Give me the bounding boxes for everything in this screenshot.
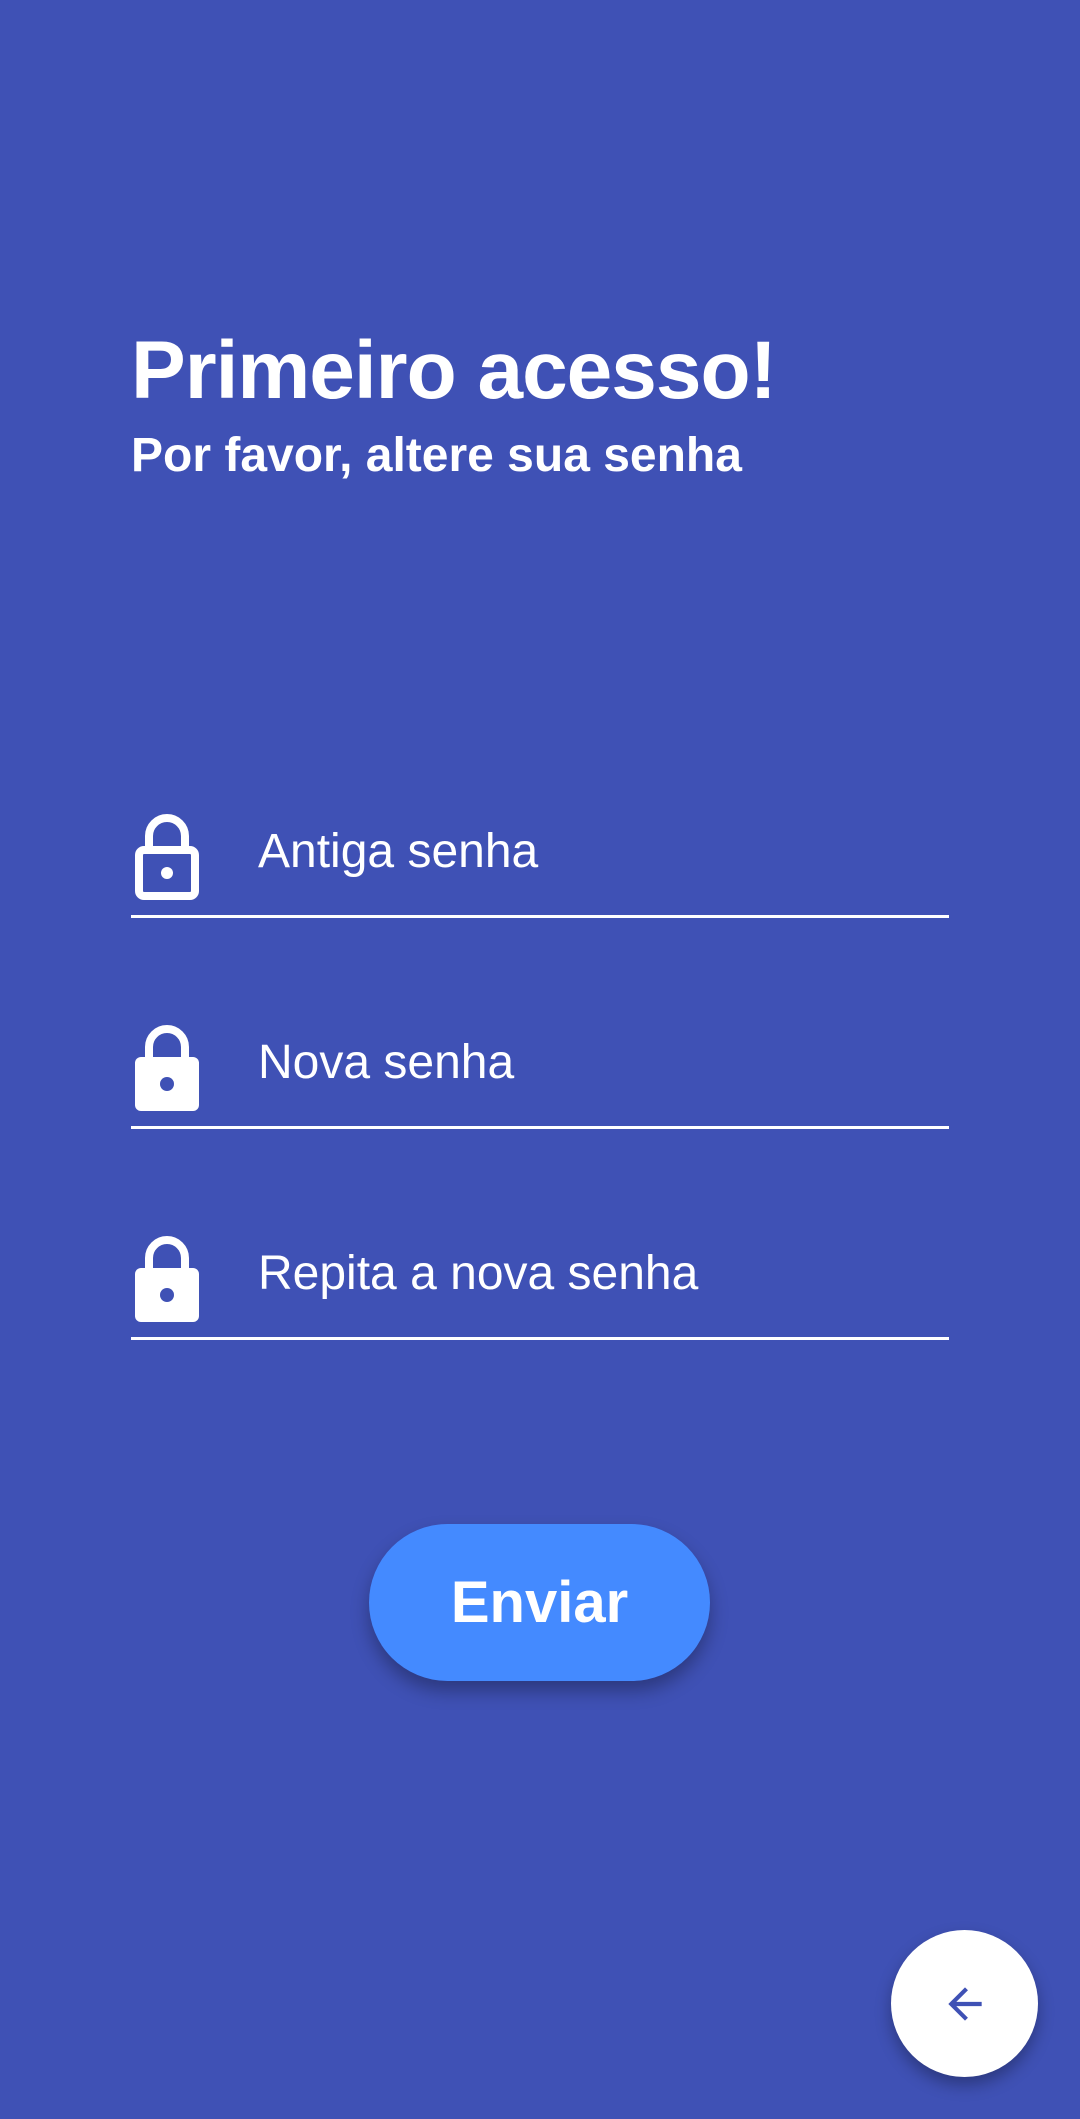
lock-icon — [135, 1025, 199, 1111]
new-password-field[interactable] — [131, 979, 949, 1129]
page-subtitle: Por favor, altere sua senha — [131, 429, 742, 482]
repeat-password-input[interactable] — [258, 1240, 938, 1306]
old-password-input[interactable] — [258, 818, 938, 884]
page-title: Primeiro acesso! — [131, 325, 777, 416]
header: Primeiro acesso! Por favor, altere sua s… — [131, 325, 777, 482]
old-password-field[interactable] — [131, 768, 949, 918]
lock-icon — [135, 1236, 199, 1322]
repeat-password-field[interactable] — [131, 1190, 949, 1340]
new-password-input[interactable] — [258, 1029, 938, 1095]
arrow-back-icon — [947, 1986, 982, 2021]
lock-outline-icon — [135, 814, 199, 900]
back-button[interactable] — [891, 1930, 1038, 2077]
submit-button[interactable]: Enviar — [369, 1524, 710, 1681]
